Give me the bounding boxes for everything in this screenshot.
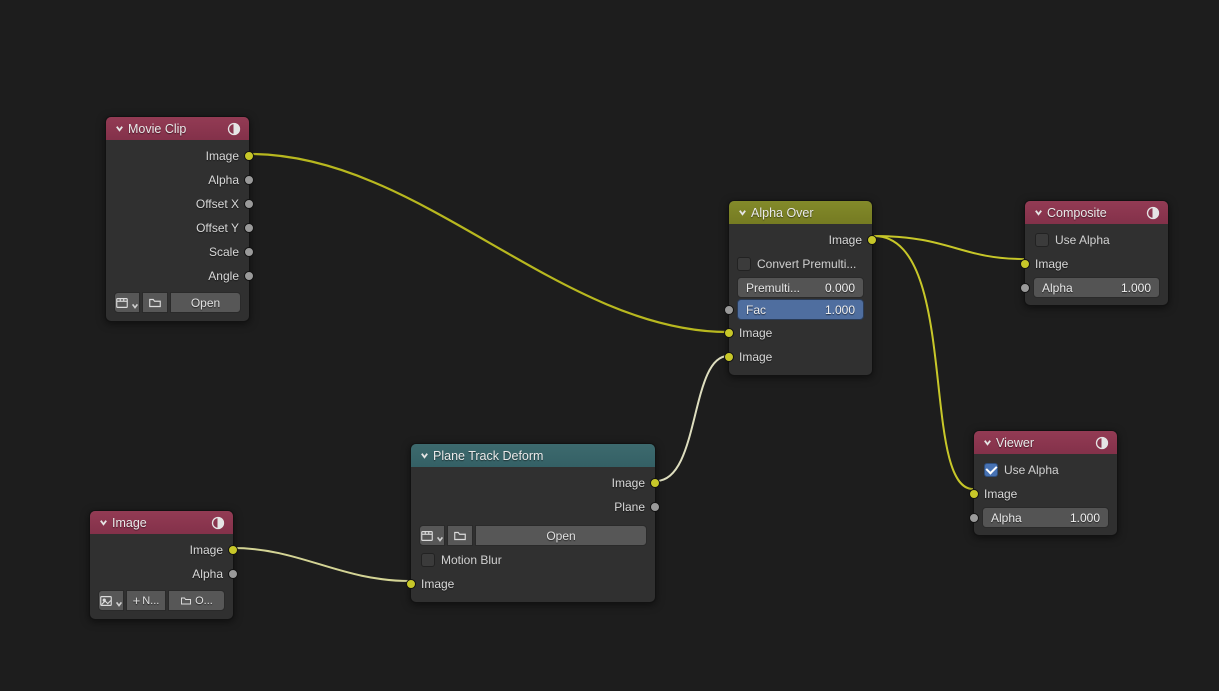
collapse-chevron-icon[interactable] <box>417 449 431 463</box>
use-alpha-checkbox[interactable] <box>984 463 998 477</box>
socket-label: Angle <box>208 269 239 283</box>
socket-label: Plane <box>614 500 645 514</box>
node-header[interactable]: Image <box>90 511 233 534</box>
socket-label: Image <box>206 149 239 163</box>
input-socket-image[interactable] <box>406 579 416 589</box>
input-socket-image-1[interactable] <box>724 328 734 338</box>
motion-blur-checkbox[interactable] <box>421 553 435 567</box>
premultiply-field[interactable]: Premulti... 0.000 <box>737 277 864 298</box>
image-dropdown-button[interactable] <box>98 590 124 611</box>
collapse-chevron-icon[interactable] <box>1031 206 1045 220</box>
folder-icon-button[interactable] <box>447 525 473 546</box>
socket-label: Offset Y <box>196 221 239 235</box>
socket-label: Alpha <box>192 567 223 581</box>
socket-label: Image <box>1035 257 1068 271</box>
fac-field[interactable]: Fac 1.000 <box>737 299 864 320</box>
new-label: N... <box>142 595 159 607</box>
output-socket-angle[interactable] <box>244 271 254 281</box>
socket-label: Image <box>739 350 772 364</box>
output-socket-scale[interactable] <box>244 247 254 257</box>
output-socket-alpha[interactable] <box>244 175 254 185</box>
socket-label: Image <box>829 233 862 247</box>
open-label: O... <box>195 595 213 607</box>
collapse-chevron-icon[interactable] <box>112 122 126 136</box>
output-socket-image[interactable] <box>244 151 254 161</box>
clip-dropdown-button[interactable] <box>114 292 140 313</box>
node-preview-icon[interactable] <box>1144 204 1162 222</box>
open-image-button[interactable]: O... <box>168 590 225 611</box>
output-socket-alpha[interactable] <box>228 569 238 579</box>
convert-premultiplied-checkbox[interactable] <box>737 257 751 271</box>
node-preview-icon[interactable] <box>209 514 227 532</box>
collapse-chevron-icon[interactable] <box>980 436 994 450</box>
node-preview-icon[interactable] <box>225 120 243 138</box>
clip-dropdown-button[interactable] <box>419 525 445 546</box>
input-socket-image-2[interactable] <box>724 352 734 362</box>
socket-label: Image <box>421 577 454 591</box>
node-viewer[interactable]: Viewer Use Alpha Image Alpha 1.000 <box>973 430 1118 536</box>
output-socket-offset-y[interactable] <box>244 223 254 233</box>
socket-label: Image <box>612 476 645 490</box>
node-header[interactable]: Viewer <box>974 431 1117 454</box>
open-button[interactable]: Open <box>475 525 647 546</box>
input-socket-fac[interactable] <box>724 305 734 315</box>
convert-premultiplied-label: Convert Premulti... <box>757 257 856 271</box>
socket-label: Scale <box>209 245 239 259</box>
node-header[interactable]: Composite <box>1025 201 1168 224</box>
node-movie-clip[interactable]: Movie Clip Image Alpha Offset X Offset Y… <box>105 116 250 322</box>
node-preview-icon[interactable] <box>1093 434 1111 452</box>
socket-label: Alpha <box>208 173 239 187</box>
output-socket-plane[interactable] <box>650 502 660 512</box>
new-image-button[interactable]: + N... <box>126 590 166 611</box>
socket-label: Offset X <box>196 197 239 211</box>
node-header[interactable]: Plane Track Deform <box>411 444 655 467</box>
open-button[interactable]: Open <box>170 292 241 313</box>
node-title: Alpha Over <box>751 206 866 220</box>
node-title: Plane Track Deform <box>433 449 649 463</box>
output-socket-offset-x[interactable] <box>244 199 254 209</box>
folder-icon-button[interactable] <box>142 292 168 313</box>
motion-blur-label: Motion Blur <box>441 553 502 567</box>
node-title: Composite <box>1047 206 1144 220</box>
output-socket-image[interactable] <box>867 235 877 245</box>
node-header[interactable]: Movie Clip <box>106 117 249 140</box>
node-image[interactable]: Image Image Alpha + N... O... <box>89 510 234 620</box>
node-plane-track-deform[interactable]: Plane Track Deform Image Plane Open Moti… <box>410 443 656 603</box>
collapse-chevron-icon[interactable] <box>735 206 749 220</box>
alpha-field[interactable]: Alpha 1.000 <box>982 507 1109 528</box>
socket-label: Image <box>190 543 223 557</box>
input-socket-alpha[interactable] <box>1020 283 1030 293</box>
input-socket-alpha[interactable] <box>969 513 979 523</box>
node-composite[interactable]: Composite Use Alpha Image Alpha 1.000 <box>1024 200 1169 306</box>
input-socket-image[interactable] <box>1020 259 1030 269</box>
use-alpha-label: Use Alpha <box>1055 233 1110 247</box>
node-header[interactable]: Alpha Over <box>729 201 872 224</box>
output-socket-image[interactable] <box>650 478 660 488</box>
use-alpha-checkbox[interactable] <box>1035 233 1049 247</box>
node-alpha-over[interactable]: Alpha Over Image Convert Premulti... Pre… <box>728 200 873 376</box>
input-socket-image[interactable] <box>969 489 979 499</box>
output-socket-image[interactable] <box>228 545 238 555</box>
socket-label: Image <box>739 326 772 340</box>
alpha-field[interactable]: Alpha 1.000 <box>1033 277 1160 298</box>
node-title: Viewer <box>996 436 1093 450</box>
use-alpha-label: Use Alpha <box>1004 463 1059 477</box>
collapse-chevron-icon[interactable] <box>96 516 110 530</box>
socket-label: Image <box>984 487 1017 501</box>
node-title: Image <box>112 516 209 530</box>
node-title: Movie Clip <box>128 122 225 136</box>
